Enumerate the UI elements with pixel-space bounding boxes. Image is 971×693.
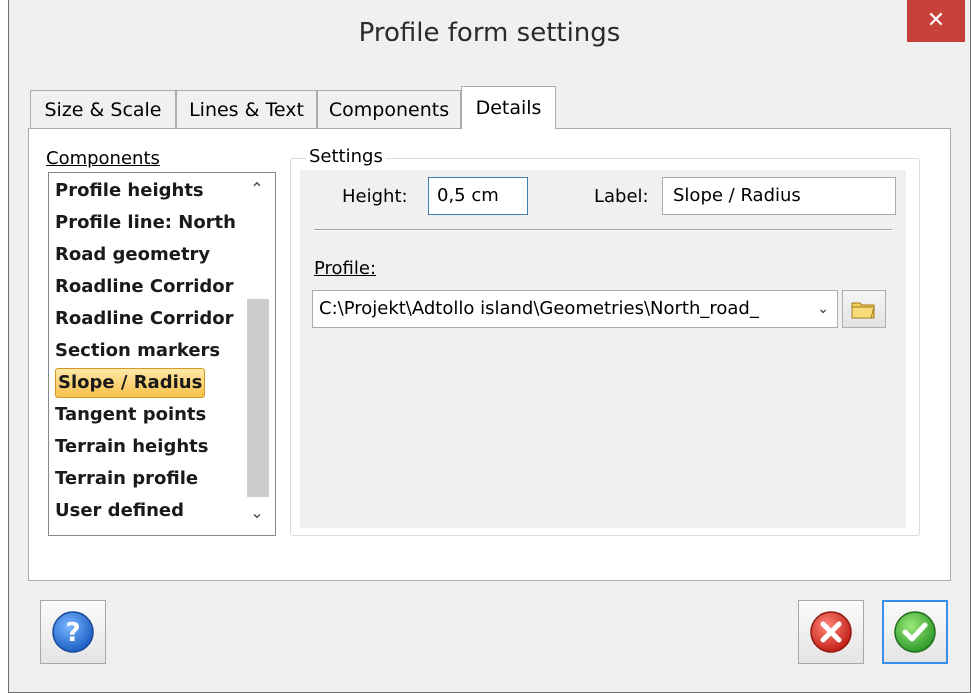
tab-size-scale[interactable]: Size & Scale: [30, 90, 176, 128]
profile-select[interactable]: C:\Projekt\Adtollo island\Geometries\Nor…: [312, 290, 838, 328]
close-icon: ✕: [926, 8, 946, 33]
components-label: Components: [46, 148, 160, 169]
ok-button[interactable]: [882, 600, 948, 664]
folder-icon: [851, 302, 875, 319]
separator: [314, 229, 892, 231]
list-item[interactable]: Roadline Corridor: [55, 272, 234, 302]
list-item[interactable]: Road geometry: [55, 240, 210, 270]
chevron-down-icon: ⌄: [817, 301, 829, 317]
browse-folder-button[interactable]: [842, 290, 886, 328]
list-item[interactable]: Section markers: [55, 336, 220, 366]
cancel-icon: [810, 611, 852, 653]
list-item-selected[interactable]: Slope / Radius: [55, 368, 206, 398]
height-label: Height:: [342, 186, 408, 207]
ok-icon: [894, 611, 936, 653]
list-item[interactable]: Terrain heights: [55, 432, 208, 462]
profile-label: Profile:: [314, 258, 377, 279]
list-scrollbar[interactable]: ⌃ ⌄: [239, 173, 275, 535]
window-title: Profile form settings: [358, 18, 621, 48]
close-button[interactable]: ✕: [907, 0, 965, 42]
cancel-button[interactable]: [798, 600, 864, 664]
list-item[interactable]: User defined: [55, 496, 184, 526]
tab-details[interactable]: Details: [461, 86, 556, 129]
profile-value: C:\Projekt\Adtollo island\Geometries\Nor…: [319, 298, 759, 319]
list-item[interactable]: Profile heights: [55, 176, 204, 206]
settings-group-label: Settings: [306, 146, 386, 167]
svg-text:?: ?: [65, 618, 80, 648]
help-icon: ?: [52, 611, 94, 653]
label-input[interactable]: Slope / Radius: [662, 177, 896, 215]
tab-components[interactable]: Components: [317, 90, 461, 128]
title-bar: Profile form settings ✕: [9, 0, 970, 82]
scroll-thumb[interactable]: [247, 299, 269, 497]
scroll-down-icon[interactable]: ⌄: [239, 503, 275, 527]
settings-area: [300, 170, 906, 528]
components-listbox[interactable]: Profile heights Profile line: North Road…: [48, 172, 276, 536]
list-item[interactable]: Profile line: North: [55, 208, 236, 238]
height-input[interactable]: 0,5 cm: [428, 177, 528, 215]
list-item[interactable]: Terrain profile: [55, 464, 198, 494]
label-label: Label:: [594, 186, 649, 207]
list-item[interactable]: Tangent points: [55, 400, 206, 430]
list-item[interactable]: Roadline Corridor: [55, 304, 234, 334]
help-button[interactable]: ?: [40, 600, 106, 664]
scroll-up-icon[interactable]: ⌃: [239, 179, 275, 203]
tab-lines-text[interactable]: Lines & Text: [176, 90, 317, 128]
